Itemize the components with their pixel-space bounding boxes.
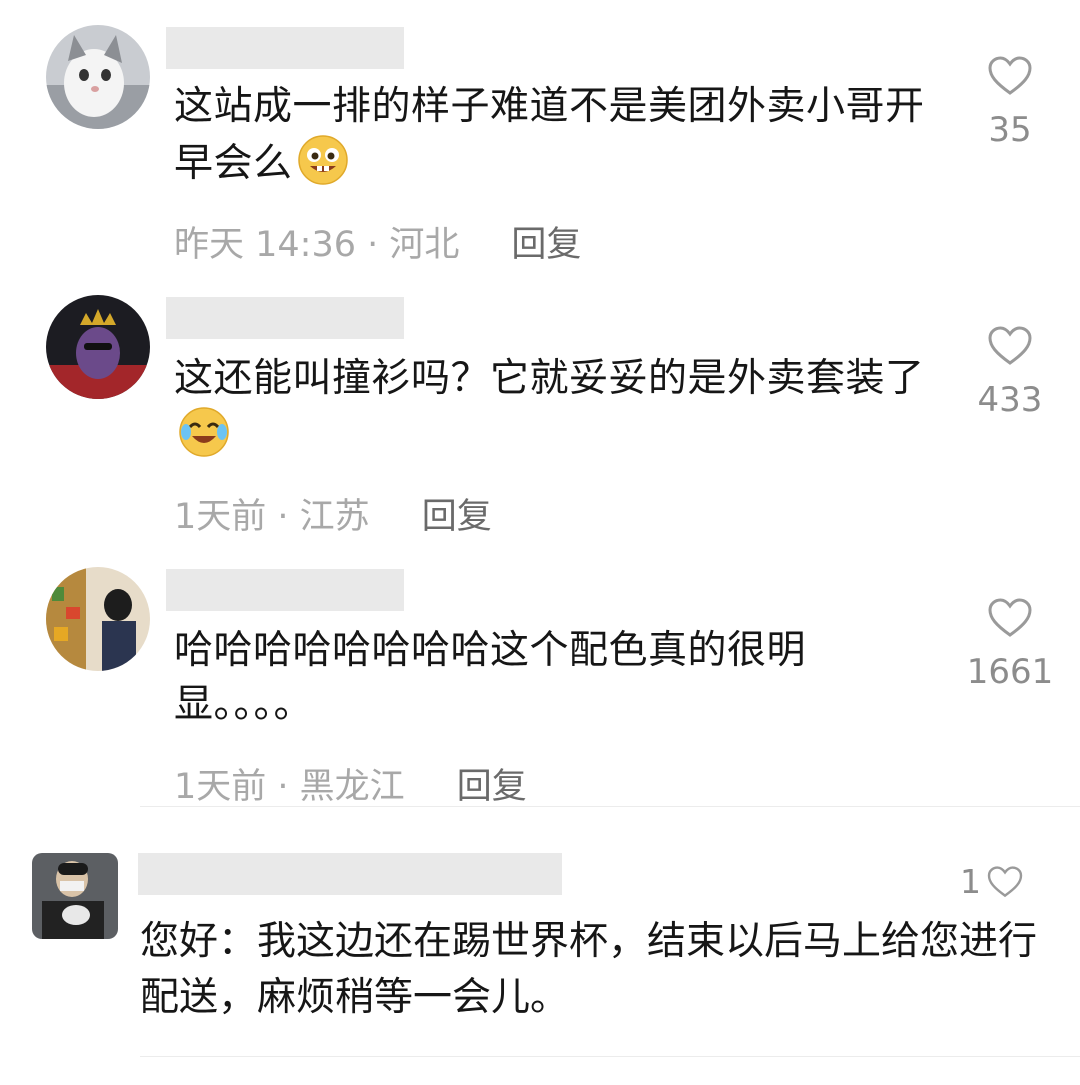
comment-meta: 1天前 · 江苏 回复 (174, 488, 492, 539)
avatar[interactable] (46, 25, 150, 129)
like-count: 1661 (966, 652, 1054, 692)
comment-text: 您好：我这边还在踢世界杯，结束以后马上给您进行配送，麻烦稍等一会儿。 (140, 919, 1038, 1020)
comment-location: 黑龙江 (299, 767, 405, 807)
avatar[interactable] (32, 853, 118, 939)
reply-button[interactable]: 回复 (457, 767, 527, 807)
comment-meta: 昨天 14:36 · 河北 回复 (174, 216, 581, 267)
grin-emoji-icon (297, 135, 348, 185)
heart-outline-icon (988, 598, 1032, 637)
meta-separator: · (266, 497, 300, 537)
like-button[interactable]: 1 (960, 862, 1023, 901)
like-count: 35 (988, 110, 1032, 150)
meta-separator: · (266, 767, 300, 807)
avatar[interactable] (46, 295, 150, 399)
comment-text: 哈哈哈哈哈哈哈哈这个配色真的很明显。。。。 (174, 628, 807, 727)
comment-location: 江苏 (299, 497, 370, 537)
laugh-cry-emoji-icon (179, 407, 229, 457)
reply-button[interactable]: 回复 (422, 497, 492, 537)
comment-time: 1天前 (174, 767, 267, 807)
divider (140, 806, 1080, 807)
like-button[interactable]: 35 (950, 56, 1070, 150)
comment-text: 这站成一排的样子难道不是美团外卖小哥开早会么 (174, 84, 925, 186)
reply-button[interactable]: 回复 (511, 225, 581, 265)
meta-separator: · (356, 225, 390, 265)
divider (140, 1056, 1080, 1057)
username-redacted[interactable] (166, 297, 404, 339)
avatar[interactable] (46, 567, 150, 671)
username-redacted[interactable] (138, 853, 562, 895)
like-count: 1 (960, 862, 981, 901)
comment-meta: 1天前 · 黑龙江 回复 (174, 758, 527, 809)
comment-location: 河北 (389, 225, 460, 265)
like-button[interactable]: 1661 (950, 598, 1070, 692)
comment-text: 这还能叫撞衫吗？它就妥妥的是外卖套装了 (174, 352, 934, 463)
like-count: 433 (977, 380, 1043, 420)
comment-time: 昨天 14:36 (174, 225, 356, 265)
heart-outline-icon (987, 865, 1023, 897)
heart-outline-icon (988, 56, 1032, 95)
like-button[interactable]: 433 (950, 326, 1070, 420)
comment-time: 1天前 (174, 497, 267, 537)
username-redacted[interactable] (166, 569, 404, 611)
heart-outline-icon (988, 326, 1032, 365)
username-redacted[interactable] (166, 27, 404, 69)
